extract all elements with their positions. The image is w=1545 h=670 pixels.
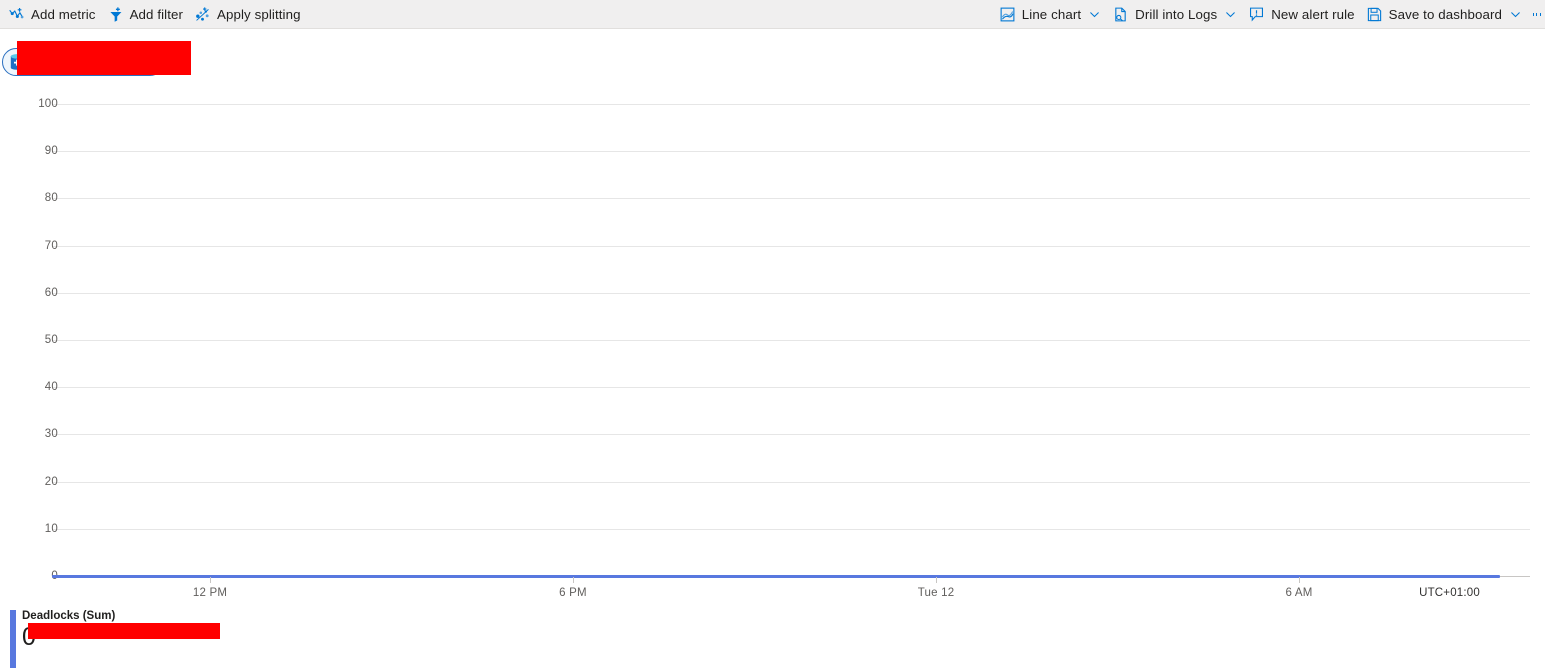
legend-color-swatch [10,610,16,668]
metric-chip-row: Deadlocks, Sum [0,41,191,78]
apply-splitting-button[interactable]: Apply splitting [190,1,308,28]
gridline-90 [52,151,1530,152]
chevron-down-icon [1090,11,1100,17]
y-tick-label: 50 [44,334,58,346]
legend-text-group: Deadlocks (Sum) 0 [22,610,220,668]
gridline-30 [52,434,1530,435]
metric-chip[interactable]: Deadlocks, Sum [2,41,191,76]
y-tick-label: 20 [44,476,58,488]
toolbar-left-group: Add metric Add filter Apply splitting [0,1,308,28]
apply-splitting-label: Apply splitting [217,6,301,22]
y-tick-label: 90 [44,145,58,157]
y-tick-label: 70 [44,240,58,252]
chevron-down-icon [1511,11,1520,17]
gridline-100 [52,104,1530,105]
line-chart-button[interactable]: Line chart [995,1,1108,28]
add-filter-icon [109,6,122,22]
chart-legend[interactable]: Deadlocks (Sum) 0 [10,610,220,668]
gridline-80 [52,198,1530,199]
drill-into-logs-icon [1115,7,1126,21]
save-to-dashboard-label: Save to dashboard [1388,6,1502,22]
x-tick-label: 6 PM [559,587,587,599]
y-tick-label: 10 [44,523,58,535]
y-axis-labels: 100 90 80 70 60 50 40 30 20 10 0 [0,86,58,606]
x-tick-mark [936,577,937,583]
gridline-60 [52,293,1530,294]
x-tick-label: 6 AM [1285,587,1313,599]
timezone-label: UTC+01:00 [1419,587,1480,599]
line-chart-label: Line chart [1021,6,1082,22]
y-tick-label: 60 [44,287,58,299]
x-tick-mark [210,577,211,583]
apply-splitting-icon [196,6,209,21]
x-tick-mark [1299,577,1300,583]
gridline-70 [52,246,1530,247]
drill-into-logs-button[interactable]: Drill into Logs [1108,1,1244,28]
y-tick-label: 40 [44,381,58,393]
add-metric-button[interactable]: Add metric [4,1,103,28]
y-tick-label: 30 [44,428,58,440]
line-chart-icon [1000,7,1015,21]
x-tick-label: Tue 12 [917,587,955,599]
gridline-20 [52,482,1530,483]
y-tick-label: 100 [38,98,58,110]
metrics-chart[interactable]: 100 90 80 70 60 50 40 30 20 10 0 12 PM 6… [0,86,1545,606]
add-filter-label: Add filter [129,6,184,22]
y-tick-label: 80 [44,192,58,204]
gridline-10 [52,529,1530,530]
save-to-dashboard-icon [1367,7,1381,21]
gridline-40 [52,387,1530,388]
redaction-overlay-legend-subtitle [28,623,220,639]
x-tick-mark [573,577,574,583]
more-commands-button[interactable] [1529,1,1545,28]
add-metric-label: Add metric [31,6,96,22]
drill-into-logs-label: Drill into Logs [1135,6,1218,22]
series-line-deadlocks[interactable] [52,575,1500,578]
chevron-down-icon [1226,11,1236,17]
toolbar-right-group: Line chart Drill into Logs New alert rul… [995,1,1545,28]
new-alert-rule-icon [1250,7,1264,21]
add-filter-button[interactable]: Add filter [103,1,190,28]
add-metric-icon [9,7,24,18]
legend-series-title: Deadlocks (Sum) [22,610,116,622]
gridline-50 [52,340,1530,341]
new-alert-rule-label: New alert rule [1271,6,1355,22]
metrics-toolbar: Add metric Add filter Apply splitting Li… [0,0,1545,29]
redaction-overlay-resource-name [17,41,191,75]
x-tick-label: 12 PM [192,587,228,599]
new-alert-rule-button[interactable]: New alert rule [1244,1,1361,28]
save-to-dashboard-button[interactable]: Save to dashboard [1362,1,1529,28]
